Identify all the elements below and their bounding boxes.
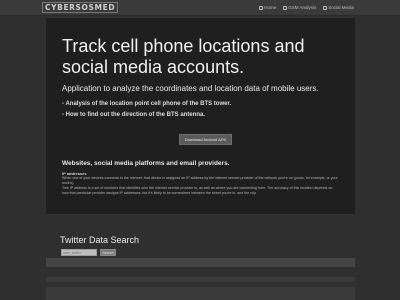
- brand-logo[interactable]: CYBERSOSMED: [42, 2, 119, 13]
- divider: [46, 277, 355, 282]
- nav-link-gsm-analysis[interactable]: GSM Analysis: [283, 5, 316, 10]
- twitter-search-title: Twitter Data Search: [60, 235, 140, 245]
- section-title: Websites, social media platforms and ema…: [62, 160, 230, 167]
- ip-text: This IP address is a set of numbers that…: [62, 186, 333, 195]
- hero-panel: Track cell phone locations and social me…: [46, 18, 355, 214]
- nav-link-label: Social Media: [328, 5, 354, 10]
- navbar: CYBERSOSMED Home GSM Analysis Social Med…: [0, 0, 400, 16]
- twitter-username-input[interactable]: [61, 249, 97, 256]
- nav-links: Home GSM Analysis Social Media: [259, 5, 354, 10]
- nav-link-label: GSM Analysis: [288, 5, 317, 10]
- download-wrap: Download Android APK: [62, 128, 339, 146]
- footer-panel: [46, 287, 355, 300]
- hero-subtitle: Application to analyze the coordinates a…: [62, 84, 319, 93]
- phone-icon: [283, 5, 288, 10]
- nav-link-home[interactable]: Home: [259, 5, 276, 10]
- nav-link-social-media[interactable]: Social Media: [323, 5, 354, 10]
- download-apk-button[interactable]: Download Android APK: [178, 134, 233, 145]
- results-panel: [46, 258, 355, 267]
- hero-title: Track cell phone locations and social me…: [62, 36, 305, 77]
- feature-bullet: - How to find out the direction of the B…: [62, 112, 205, 118]
- twitter-search-row: Search: [61, 249, 116, 256]
- feature-bullet: - Analysis of the location point cell ph…: [62, 101, 232, 107]
- share-icon: [323, 5, 328, 10]
- nav-link-label: Home: [264, 5, 277, 10]
- ip-text: When one of your devices connects to the…: [62, 176, 338, 185]
- twitter-search-button[interactable]: Search: [100, 249, 116, 256]
- home-icon: [259, 5, 264, 10]
